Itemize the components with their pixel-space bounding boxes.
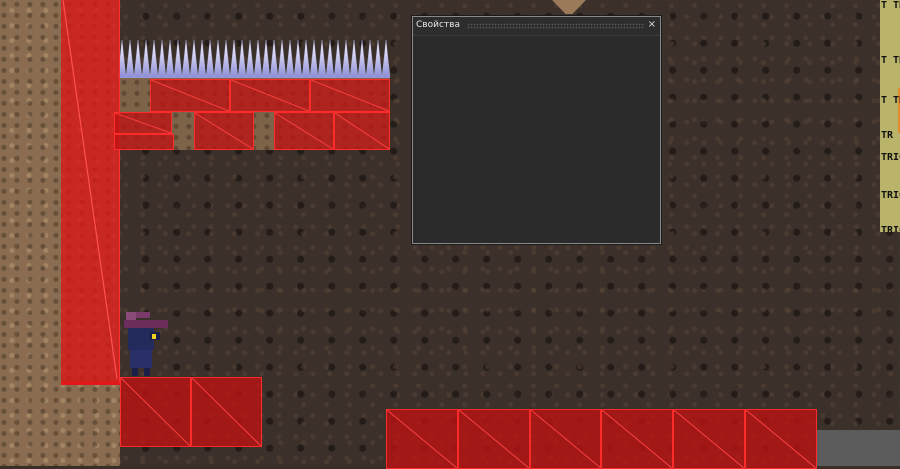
collision-block[interactable] — [114, 134, 174, 150]
left-collision-pillar[interactable] — [61, 0, 120, 385]
spike — [165, 40, 175, 78]
trigger-label: TRIG — [881, 225, 900, 232]
spike — [141, 40, 151, 78]
spike — [365, 40, 375, 78]
spike — [301, 40, 311, 78]
spike — [157, 40, 167, 78]
trigger-label: TR — [881, 130, 894, 141]
spike — [373, 40, 383, 78]
spike — [349, 40, 359, 78]
collision-block[interactable] — [529, 409, 602, 469]
spike — [125, 40, 135, 78]
spike — [317, 40, 327, 78]
collision-block[interactable] — [745, 409, 817, 469]
spike-row[interactable] — [118, 40, 390, 78]
trigger-label: T TR — [881, 55, 900, 66]
collision-block[interactable] — [114, 112, 172, 134]
collision-block[interactable] — [194, 112, 254, 150]
collision-block[interactable] — [457, 409, 530, 469]
trigger-label: TRIG — [881, 152, 900, 163]
spike — [333, 40, 343, 78]
collision-block[interactable] — [120, 377, 191, 447]
collision-block[interactable] — [601, 409, 674, 469]
spike — [213, 40, 223, 78]
collision-block[interactable] — [310, 79, 390, 112]
spike — [133, 40, 143, 78]
spike — [229, 40, 239, 78]
spike — [197, 40, 207, 78]
spike — [189, 40, 199, 78]
properties-titlebar[interactable]: Свойства × — [413, 17, 660, 36]
collision-block[interactable] — [191, 377, 262, 447]
spike — [149, 40, 159, 78]
collision-block[interactable] — [230, 79, 310, 112]
spike — [357, 40, 367, 78]
player-character[interactable] — [120, 310, 170, 376]
collision-block[interactable] — [150, 79, 230, 112]
trigger-label: T TR — [881, 0, 900, 11]
spike — [269, 40, 279, 78]
properties-title: Свойства — [416, 20, 460, 30]
collision-block[interactable] — [386, 409, 458, 469]
trigger-label: T TR — [881, 95, 900, 106]
gray-floor-tile[interactable] — [817, 430, 900, 466]
spike — [293, 40, 303, 78]
spike — [237, 40, 247, 78]
spike — [285, 40, 295, 78]
spike — [245, 40, 255, 78]
spike — [325, 40, 335, 78]
trigger-zone[interactable]: T TR T TR T TR TR TRIG TRIG TRIG — [880, 0, 900, 232]
properties-window[interactable]: Свойства × — [412, 16, 661, 244]
spike — [205, 40, 215, 78]
spike — [253, 40, 263, 78]
spike — [341, 40, 351, 78]
collision-block[interactable] — [274, 112, 334, 150]
collision-block[interactable] — [673, 409, 745, 469]
titlebar-grip[interactable] — [467, 23, 644, 29]
spike — [261, 40, 271, 78]
collision-block[interactable] — [334, 112, 390, 150]
spike — [381, 40, 390, 78]
spike — [277, 40, 287, 78]
spike — [181, 40, 191, 78]
spike — [173, 40, 183, 78]
properties-content — [414, 36, 659, 242]
spike — [309, 40, 319, 78]
trigger-label: TRIG — [881, 190, 900, 201]
close-icon[interactable]: × — [648, 19, 656, 31]
spike — [221, 40, 231, 78]
